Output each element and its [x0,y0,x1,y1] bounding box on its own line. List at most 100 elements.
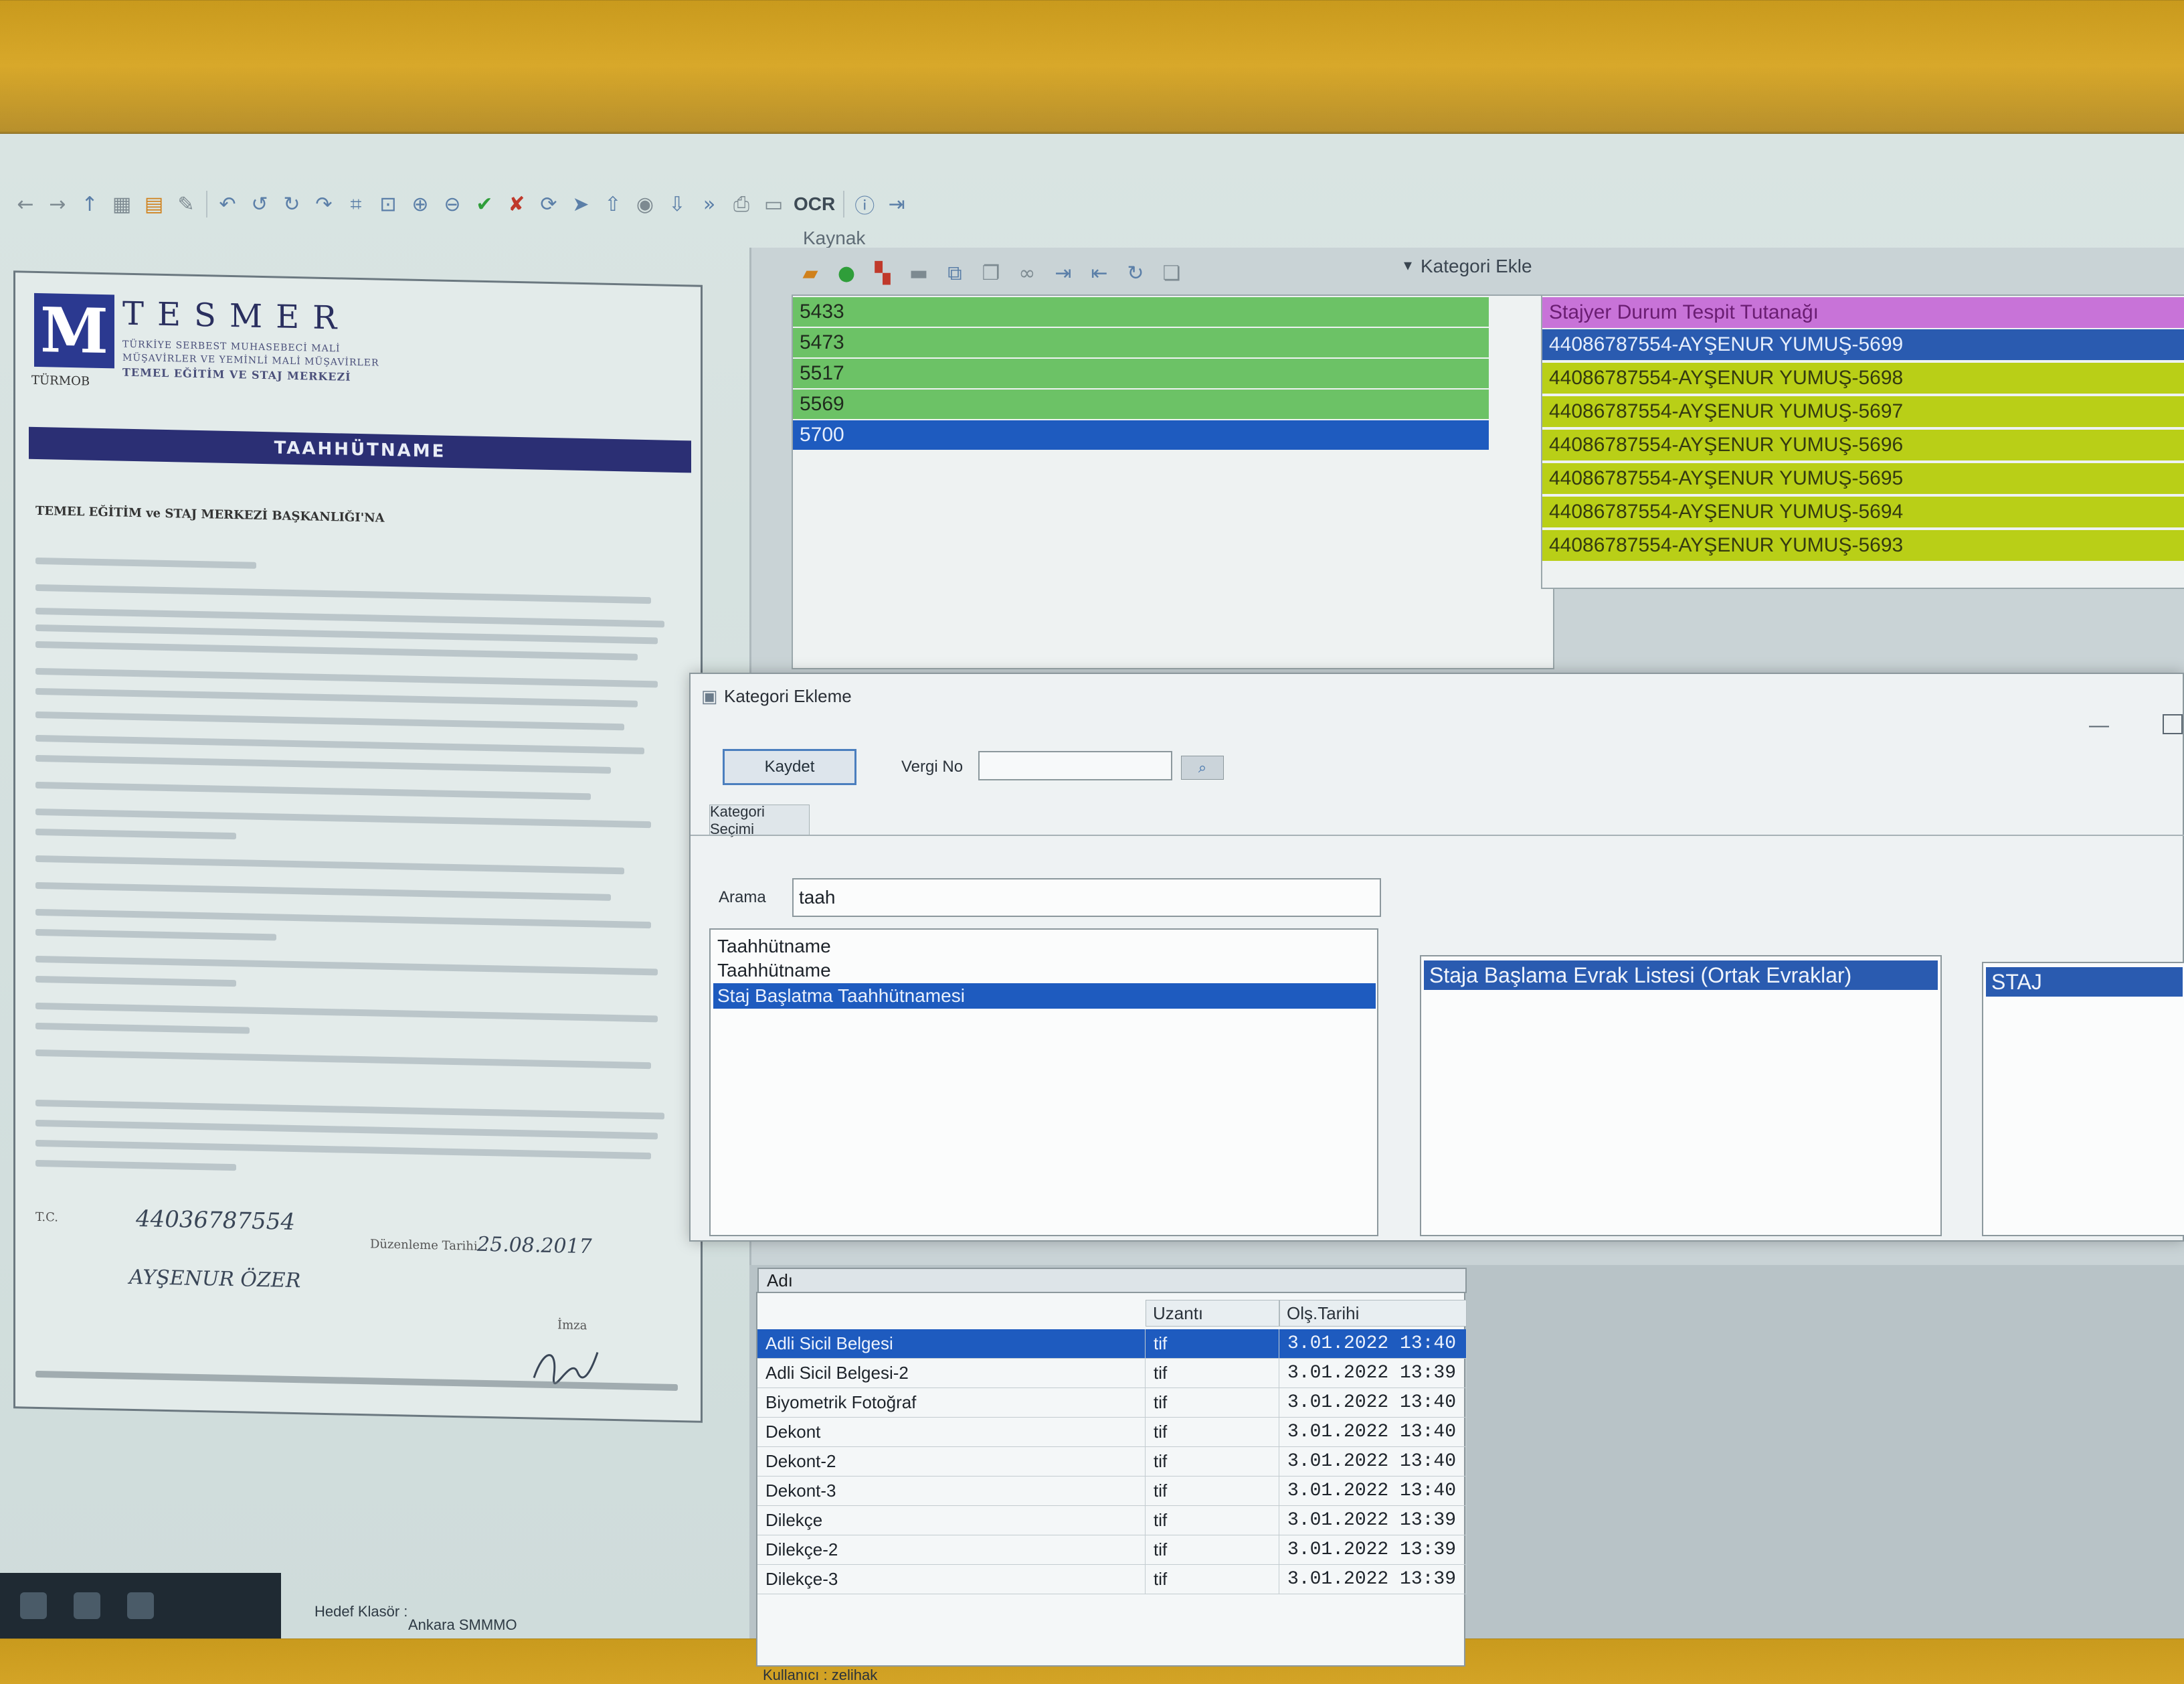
text-line [35,607,664,628]
forward-fast-icon[interactable]: » [697,192,721,216]
tab-kategori-secimi[interactable]: Kategori Seçimi [709,803,810,837]
table-row[interactable]: Dekont-2 tif 3.01.2022 13:40 [757,1447,1467,1477]
cell-adi: Biyometrik Fotoğraf [757,1388,1146,1418]
text-line [35,908,651,929]
text-line [35,881,611,901]
table-row[interactable]: Biyometrik Fotoğraf tif 3.01.2022 13:40 [757,1388,1467,1418]
scanner-icon[interactable]: ▭ [761,192,786,216]
refresh-icon[interactable]: ⟳ [537,192,561,216]
confirm-icon[interactable]: ● [834,261,858,285]
table-row[interactable]: Dilekçe tif 3.01.2022 13:39 [757,1506,1467,1535]
list-item[interactable]: 44086787554-AYŞENUR YUMUŞ-5696 [1542,430,2184,460]
text-line [35,828,236,840]
check-icon[interactable]: ✔ [472,192,496,216]
fit-icon[interactable]: ⊡ [376,192,400,216]
evrak-list: Staja Başlama Evrak Listesi (Ortak Evrak… [1420,955,1942,1236]
text-line [35,624,658,645]
list-item-selected[interactable]: 5700 [793,420,1489,450]
list-item[interactable]: 44086787554-AYŞENUR YUMUŞ-5697 [1542,396,2184,427]
list-item[interactable]: 44086787554-AYŞENUR YUMUŞ-5694 [1542,497,2184,527]
move-right-icon[interactable]: ⇥ [1051,261,1075,285]
scan-icon[interactable]: ▤ [142,192,166,216]
list-item-selected[interactable]: Staj Başlatma Taahhütnamesi [713,983,1376,1009]
app-icon[interactable] [74,1592,100,1619]
page-icon[interactable]: ❐ [979,261,1003,285]
merge-icon[interactable]: ⧉ [943,261,967,285]
ocr-button[interactable]: OCR [794,193,835,215]
start-icon[interactable] [20,1592,47,1619]
date-label: Düzenleme Tarihi [370,1237,478,1254]
zoom-out-icon[interactable]: ⊖ [440,192,464,216]
minus-icon[interactable]: ▬ [907,261,931,285]
folder-icon[interactable]: ▰ [798,261,822,285]
list-item[interactable]: 5569 [793,390,1489,419]
table-row[interactable]: Adli Sicil Belgesi tif 3.01.2022 13:40 [757,1329,1467,1359]
list-item[interactable]: Stajyer Durum Tespit Tutanağı [1542,297,2184,328]
name-handwritten: AYŞENUR ÖZER [129,1265,301,1293]
info-icon[interactable]: ⓘ [852,192,877,218]
table-row[interactable]: Dekont tif 3.01.2022 13:40 [757,1418,1467,1447]
crop-icon[interactable]: ⌗ [344,192,368,216]
split-icon[interactable]: ▚ [871,261,895,285]
text-line [35,1119,658,1140]
reload-icon[interactable]: ↻ [1123,261,1148,285]
list-item[interactable]: Taahhütname [713,934,1376,959]
sign-label: İmza [557,1318,587,1333]
list-item[interactable]: 44086787554-AYŞENUR YUMUŞ-5693 [1542,530,2184,561]
forward-arrow-icon[interactable]: → [46,192,70,216]
dropdown-arrow-icon[interactable]: ▾ [1404,256,1412,275]
cross-icon[interactable]: ✘ [505,192,529,216]
printer-icon[interactable]: ⎙ [729,192,753,216]
kategori-ekle-button[interactable]: Kategori Ekle [1421,256,1532,277]
arama-label: Arama [719,888,766,906]
exit-icon[interactable]: ⇥ [885,192,909,216]
next-icon[interactable]: ➤ [569,192,593,216]
zoom-in-icon[interactable]: ⊕ [408,192,432,216]
upload-icon[interactable]: ⇧ [601,192,625,216]
app-icon[interactable] [127,1592,154,1619]
evrak-list-header[interactable]: Staja Başlama Evrak Listesi (Ortak Evrak… [1424,960,1938,990]
table-row[interactable]: Dilekçe-2 tif 3.01.2022 13:39 [757,1535,1467,1565]
staj-list: STAJ [1982,962,2184,1236]
file-list: Stajyer Durum Tespit Tutanağı 4408678755… [1541,294,2184,589]
maximize-button[interactable] [2163,714,2183,734]
list-item[interactable]: Taahhütname [713,958,1376,983]
list-item[interactable]: 5433 [793,297,1489,327]
link-icon[interactable]: ∞ [1015,261,1039,285]
staj-list-header[interactable]: STAJ [1986,967,2183,997]
org-title: TESMER [122,294,351,337]
column-header-adi[interactable]: Adı [757,1268,1467,1293]
download-icon[interactable]: ⇩ [665,192,689,216]
rotate-left-icon[interactable]: ↺ [248,192,272,216]
grid-icon[interactable]: ▦ [110,192,134,216]
table-row[interactable]: Dekont-3 tif 3.01.2022 13:40 [757,1477,1467,1506]
up-arrow-icon[interactable]: ↑ [78,192,102,216]
list-item[interactable]: 5473 [793,328,1489,357]
search-button[interactable]: ⌕ [1181,756,1224,780]
pen-icon[interactable]: ✎ [174,192,198,216]
text-line [35,711,624,731]
back-arrow-icon[interactable]: ← [13,192,37,216]
list-item[interactable]: 44086787554-AYŞENUR YUMUŞ-5695 [1542,463,2184,494]
column-header-uzanti[interactable]: Uzantı [1146,1300,1279,1327]
date-handwritten: 25.08.2017 [477,1232,592,1259]
minimize-button[interactable]: — [2089,714,2109,737]
arama-input[interactable]: taah [792,878,1381,917]
text-line [35,641,638,661]
list-item[interactable]: 5517 [793,359,1489,388]
list-item[interactable]: 44086787554-AYŞENUR YUMUŞ-5698 [1542,363,2184,394]
list-item-selected[interactable]: 44086787554-AYŞENUR YUMUŞ-5699 [1542,329,2184,360]
disk-icon[interactable]: ◉ [633,192,657,216]
save-button[interactable]: Kaydet [723,749,856,785]
table-row[interactable]: Adli Sicil Belgesi-2 tif 3.01.2022 13:39 [757,1359,1467,1388]
redo-icon[interactable]: ↷ [312,192,336,216]
table-row[interactable]: Dilekçe-3 tif 3.01.2022 13:39 [757,1565,1467,1594]
column-header-tarih[interactable]: Olş.Tarihi [1279,1300,1467,1327]
move-left-icon[interactable]: ⇤ [1087,261,1111,285]
rotate-right-icon[interactable]: ↻ [280,192,304,216]
vergi-no-input[interactable] [978,751,1172,780]
text-line [35,955,658,976]
copy-icon[interactable]: ❏ [1160,261,1184,285]
text-line [35,1022,250,1034]
undo-icon[interactable]: ↶ [215,192,240,216]
